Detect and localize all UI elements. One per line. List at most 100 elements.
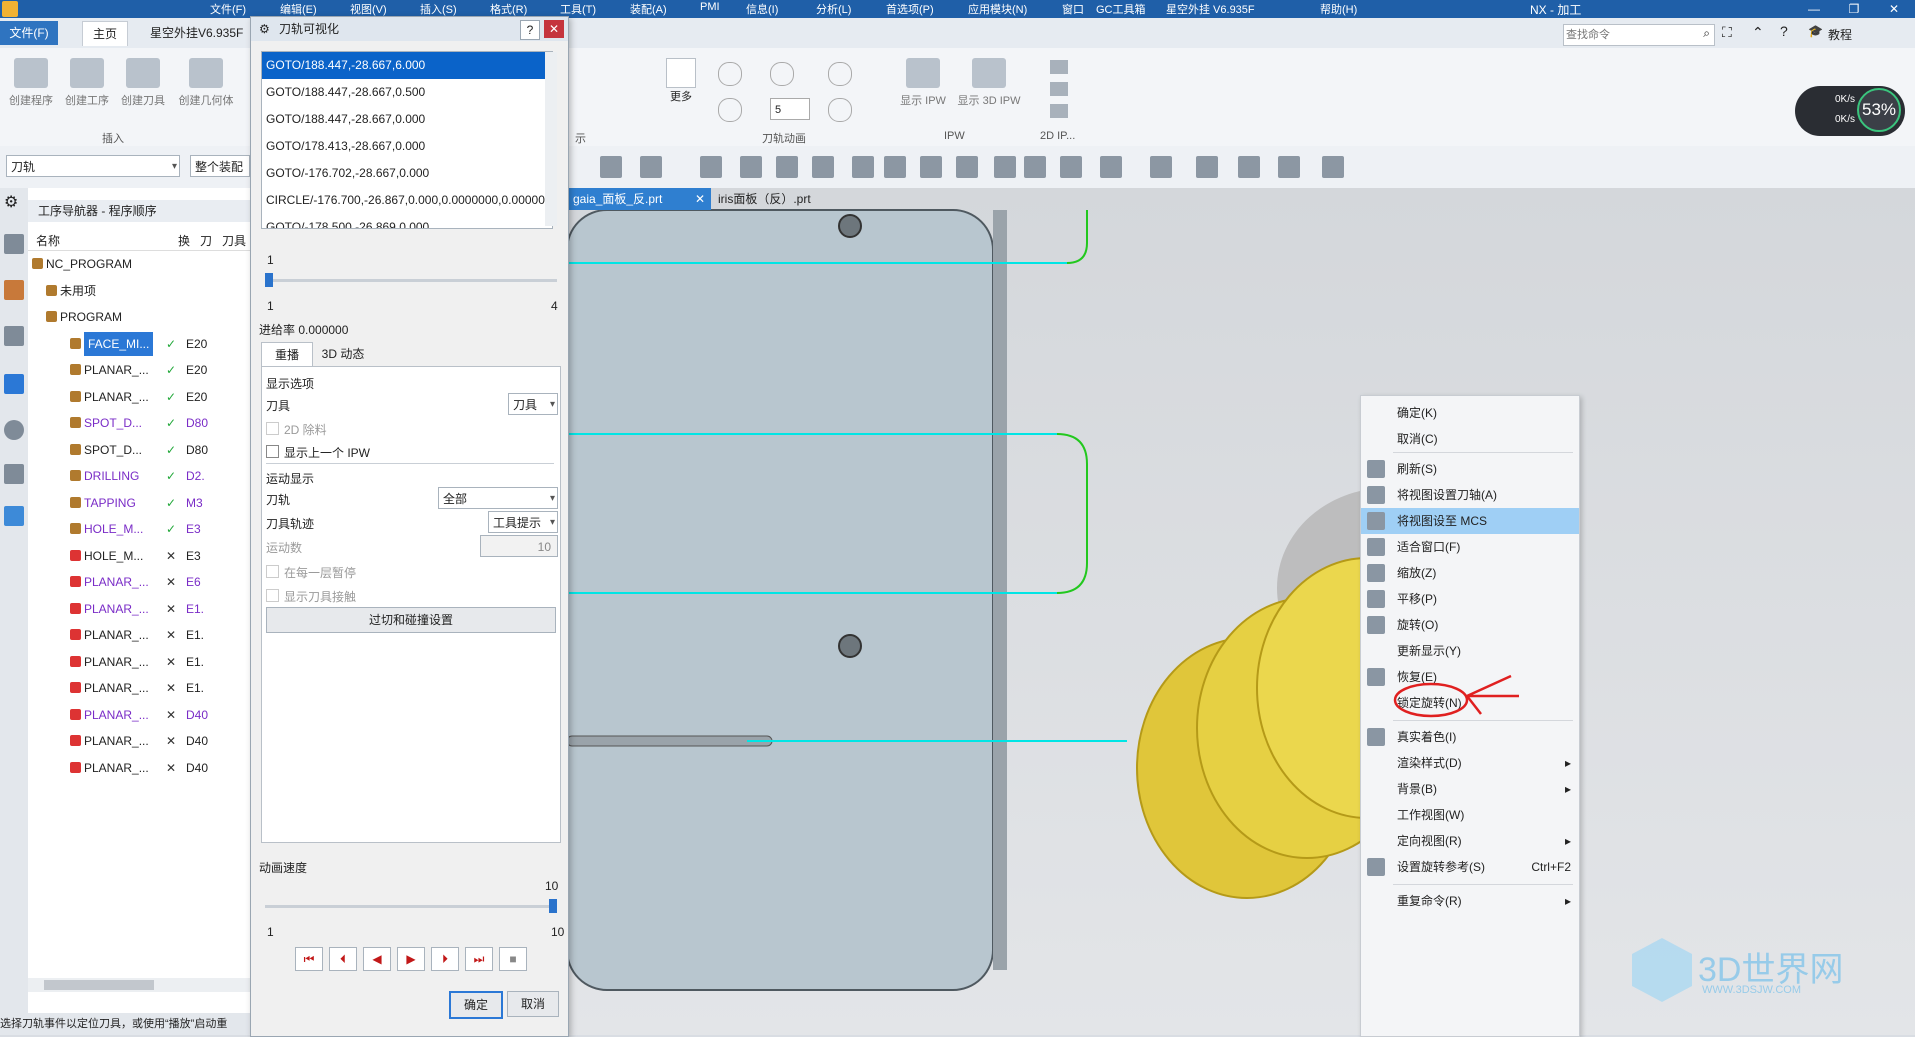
anim-rewind-icon[interactable] bbox=[718, 62, 742, 86]
menu-item-3[interactable]: 插入(S) bbox=[420, 1, 457, 17]
speed-slider[interactable] bbox=[265, 897, 557, 917]
anim-play-icon[interactable] bbox=[828, 62, 852, 86]
graphics-viewport[interactable]: 3D世界网 WWW.3DSJW.COM bbox=[567, 188, 1915, 1035]
view-tool-icon-0[interactable] bbox=[600, 156, 622, 178]
ipw-2d-icon-1[interactable] bbox=[1050, 60, 1068, 74]
cancel-button[interactable]: 取消 bbox=[507, 991, 559, 1017]
file-tab-iris[interactable]: iris面板（反）.prt bbox=[712, 188, 864, 210]
navigator-row[interactable]: PLANAR_... ✓ E20 bbox=[28, 385, 250, 409]
navigator-row[interactable]: HOLE_M... ✕ E3 bbox=[28, 544, 250, 568]
tab-xingkong[interactable]: 星空外挂V6.935F bbox=[140, 21, 253, 45]
model-view[interactable] bbox=[567, 188, 1915, 1035]
context-menu-item[interactable]: 确定(K) bbox=[1361, 400, 1579, 426]
geometry-navigator-icon[interactable] bbox=[4, 326, 24, 346]
anim-last-icon[interactable] bbox=[828, 98, 852, 122]
fullscreen-icon[interactable]: ⛶ bbox=[1722, 24, 1732, 41]
toolpath-event-item[interactable]: GOTO/188.447,-28.667,6.000 bbox=[262, 52, 552, 79]
ok-button[interactable]: 确定 bbox=[449, 991, 503, 1019]
restore-button[interactable]: ❐ bbox=[1834, 0, 1874, 18]
navigator-row[interactable]: PLANAR_... ✓ E20 bbox=[28, 358, 250, 382]
navigator-row[interactable]: SPOT_D... ✓ D80 bbox=[28, 438, 250, 462]
dialog-close-button[interactable]: ✕ bbox=[544, 20, 564, 38]
menu-item-8[interactable]: 信息(I) bbox=[746, 1, 778, 17]
search-box[interactable]: ⌕ bbox=[1563, 24, 1715, 46]
navigator-row[interactable]: SPOT_D... ✓ D80 bbox=[28, 411, 250, 435]
tab-file[interactable]: 文件(F) bbox=[0, 21, 58, 45]
menu-item-13[interactable]: GC工具箱 bbox=[1096, 1, 1146, 17]
toolpath-event-item[interactable]: GOTO/188.447,-28.667,0.000 bbox=[262, 106, 552, 133]
view-tool-icon-8[interactable] bbox=[920, 156, 942, 178]
context-menu-item[interactable]: 取消(C) bbox=[1361, 426, 1579, 452]
context-menu-item[interactable]: 刷新(S) bbox=[1361, 456, 1579, 482]
tutorial-label[interactable]: 教程 bbox=[1828, 26, 1852, 43]
context-menu-item[interactable]: 缩放(Z) bbox=[1361, 560, 1579, 586]
create-tool-button[interactable]: 创建刀具 bbox=[118, 58, 168, 108]
close-window-button[interactable]: ✕ bbox=[1874, 0, 1914, 18]
view-tool-icon-2[interactable] bbox=[700, 156, 722, 178]
column-name[interactable]: 名称 bbox=[36, 232, 60, 249]
toolpath-event-item[interactable]: GOTO/188.447,-28.667,0.500 bbox=[262, 79, 552, 106]
menu-item-14[interactable]: 星空外挂 V6.935F bbox=[1166, 1, 1255, 17]
context-menu-item[interactable]: 定向视图(R) ▸ bbox=[1361, 828, 1579, 854]
context-menu-item[interactable]: 重复命令(R) ▸ bbox=[1361, 888, 1579, 914]
view-tool-icon-6[interactable] bbox=[852, 156, 874, 178]
step-back-button[interactable]: ⏴ bbox=[329, 947, 357, 971]
anim-first-icon[interactable] bbox=[718, 98, 742, 122]
file-tab-gaia[interactable]: gaia_面板_反.prt ✕ bbox=[567, 188, 711, 210]
view-tool-icon-14[interactable] bbox=[1150, 156, 1172, 178]
navigator-row[interactable]: PLANAR_... ✕ D40 bbox=[28, 729, 250, 753]
help-icon[interactable]: ? bbox=[1780, 23, 1788, 39]
dialog-help-button[interactable]: ? bbox=[520, 20, 540, 40]
menu-item-5[interactable]: 工具(T) bbox=[560, 1, 596, 17]
menu-item-10[interactable]: 首选项(P) bbox=[886, 1, 934, 17]
close-tab-icon[interactable]: ✕ bbox=[695, 188, 705, 210]
menu-item-15[interactable]: 帮助(H) bbox=[1320, 1, 1357, 17]
settings-gear-icon[interactable]: ⚙ bbox=[4, 192, 24, 212]
show-ipw-button[interactable]: 显示 IPW bbox=[896, 58, 950, 108]
tutorial-icon[interactable]: 🎓 bbox=[1808, 24, 1823, 38]
more-button[interactable]: 更多 bbox=[662, 58, 700, 104]
step-slider[interactable] bbox=[265, 271, 557, 291]
part-navigator-icon[interactable] bbox=[4, 234, 24, 254]
motion-count-input[interactable]: 10 bbox=[480, 535, 558, 557]
create-program-button[interactable]: 创建程序 bbox=[6, 58, 56, 108]
menu-item-2[interactable]: 视图(V) bbox=[350, 1, 387, 17]
navigator-row[interactable]: PROGRAM bbox=[28, 305, 250, 329]
step-forward-button[interactable]: ⏵ bbox=[431, 947, 459, 971]
context-menu-item[interactable]: 工作视图(W) bbox=[1361, 802, 1579, 828]
view-tool-icon-15[interactable] bbox=[1196, 156, 1218, 178]
menu-item-12[interactable]: 窗口 bbox=[1062, 1, 1084, 17]
navigator-hscrollbar[interactable] bbox=[28, 978, 250, 992]
view-tool-icon-7[interactable] bbox=[884, 156, 906, 178]
context-menu-item[interactable]: 渲染样式(D) ▸ bbox=[1361, 750, 1579, 776]
checkbox-pause-layer[interactable] bbox=[266, 565, 279, 578]
column-tool[interactable]: 刀具 bbox=[222, 232, 246, 249]
anim-pause-icon[interactable] bbox=[770, 62, 794, 86]
navigator-row[interactable]: HOLE_M... ✓ E3 bbox=[28, 517, 250, 541]
assembly-scope-dropdown[interactable]: 整个装配 bbox=[190, 155, 250, 177]
feature-table-icon[interactable] bbox=[4, 506, 24, 526]
navigator-row[interactable]: PLANAR_... ✕ E6 bbox=[28, 570, 250, 594]
list-vscrollbar[interactable] bbox=[545, 52, 557, 226]
toolpath-event-item[interactable]: GOTO/-176.702,-28.667,0.000 bbox=[262, 160, 552, 187]
menu-item-1[interactable]: 编辑(E) bbox=[280, 1, 317, 17]
checkbox-prev-ipw[interactable] bbox=[266, 445, 279, 458]
navigator-row[interactable]: PLANAR_... ✕ D40 bbox=[28, 703, 250, 727]
ipw-2d-icon-3[interactable] bbox=[1050, 104, 1068, 118]
play-button[interactable]: ▶ bbox=[397, 947, 425, 971]
navigator-row[interactable]: PLANAR_... ✕ E1. bbox=[28, 597, 250, 621]
show-3d-ipw-button[interactable]: 显示 3D IPW bbox=[954, 58, 1024, 108]
view-tool-icon-5[interactable] bbox=[812, 156, 834, 178]
column-change[interactable]: 换 bbox=[178, 232, 190, 249]
context-menu-item[interactable]: 更新显示(Y) bbox=[1361, 638, 1579, 664]
menu-item-0[interactable]: 文件(F) bbox=[210, 1, 246, 17]
dialog-tab-3d-dynamic[interactable]: 3D 动态 bbox=[313, 342, 373, 366]
view-tool-icon-4[interactable] bbox=[776, 156, 798, 178]
context-menu-item[interactable]: 将视图设置刀轴(A) bbox=[1361, 482, 1579, 508]
context-menu-item[interactable]: 将视图设至 MCS bbox=[1361, 508, 1579, 534]
tab-home[interactable]: 主页 bbox=[82, 21, 129, 46]
toolpath-event-item[interactable]: GOTO/-178.500,-26.869,0.000 bbox=[262, 214, 552, 228]
view-tool-icon-3[interactable] bbox=[740, 156, 762, 178]
search-icon[interactable]: ⌕ bbox=[1703, 26, 1710, 41]
navigator-row[interactable]: PLANAR_... ✕ E1. bbox=[28, 623, 250, 647]
